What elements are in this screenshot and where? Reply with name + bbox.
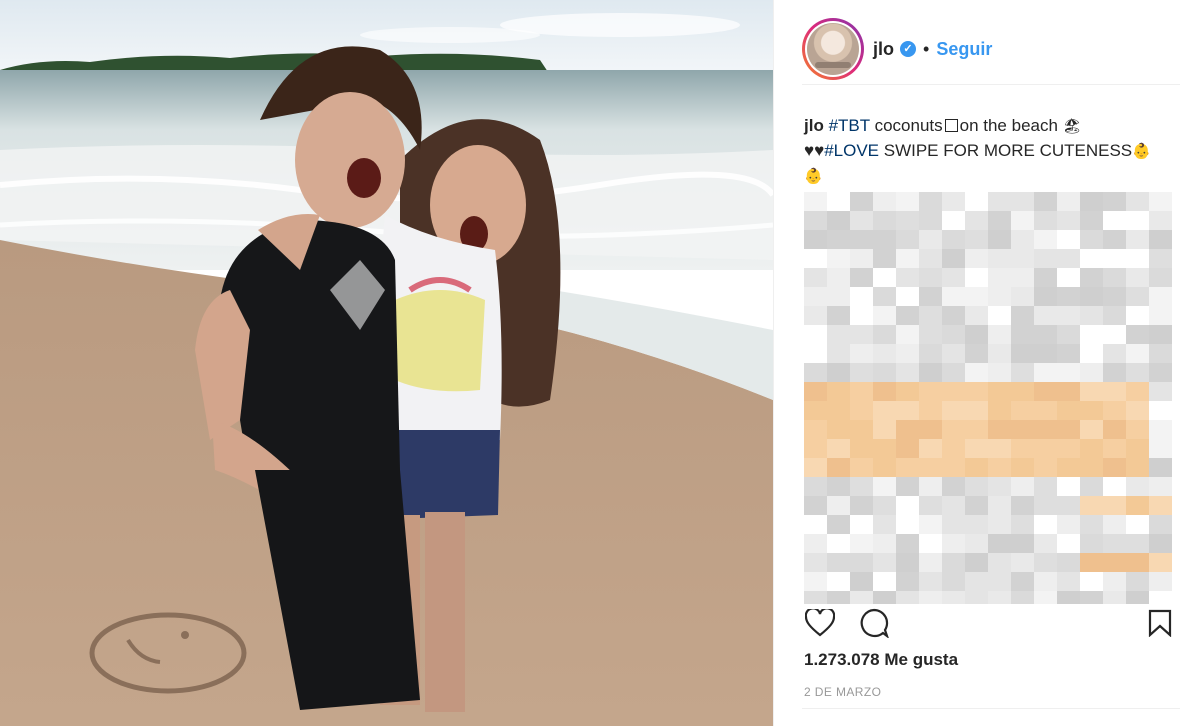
post-sidebar: jlo ✓ • Seguir jlo #TBT coconuts on the b… (773, 0, 1200, 726)
caption-author[interactable]: jlo (804, 116, 824, 135)
hashtag-tbt[interactable]: #TBT (829, 116, 870, 135)
beach-emoji-icon: 🏖 (1062, 118, 1082, 135)
caption-text-1: coconuts (874, 116, 943, 135)
baby-emoji-icon: 👶 (1132, 143, 1151, 160)
hearts-text: ♥♥ (804, 141, 825, 160)
verified-badge-icon: ✓ (900, 41, 916, 57)
heart-icon[interactable] (804, 607, 836, 639)
post-header: jlo ✓ • Seguir (802, 14, 1180, 85)
caption-text-3: SWIPE FOR MORE CUTENESS (883, 141, 1133, 160)
beach-photo (0, 0, 773, 726)
avatar[interactable] (802, 18, 864, 80)
bookmark-icon[interactable] (1144, 607, 1176, 639)
pixelated-comments (804, 192, 1172, 604)
avatar-frame (805, 21, 861, 77)
divider (802, 708, 1180, 709)
baby-emoji-icon-2: 👶 (804, 168, 823, 185)
square-symbol-icon (944, 119, 958, 132)
username-link[interactable]: jlo (873, 39, 894, 60)
separator-dot: • (923, 38, 930, 59)
post-caption: jlo #TBT coconuts on the beach 🏖 ♥♥#LOVE … (804, 114, 1174, 189)
instagram-post: jlo ✓ • Seguir jlo #TBT coconuts on the b… (0, 0, 1200, 726)
caption-text-2: on the beach (959, 116, 1058, 135)
follow-button[interactable]: Seguir (936, 39, 992, 60)
hashtag-love[interactable]: #LOVE (824, 141, 879, 160)
post-date[interactable]: 2 DE MARZO (804, 685, 881, 699)
post-photo[interactable] (0, 0, 773, 726)
comment-bubble-icon[interactable] (858, 607, 890, 639)
likes-count[interactable]: 1.273.078 Me gusta (804, 650, 958, 670)
action-bar (804, 606, 1176, 640)
avatar-image (807, 23, 859, 75)
